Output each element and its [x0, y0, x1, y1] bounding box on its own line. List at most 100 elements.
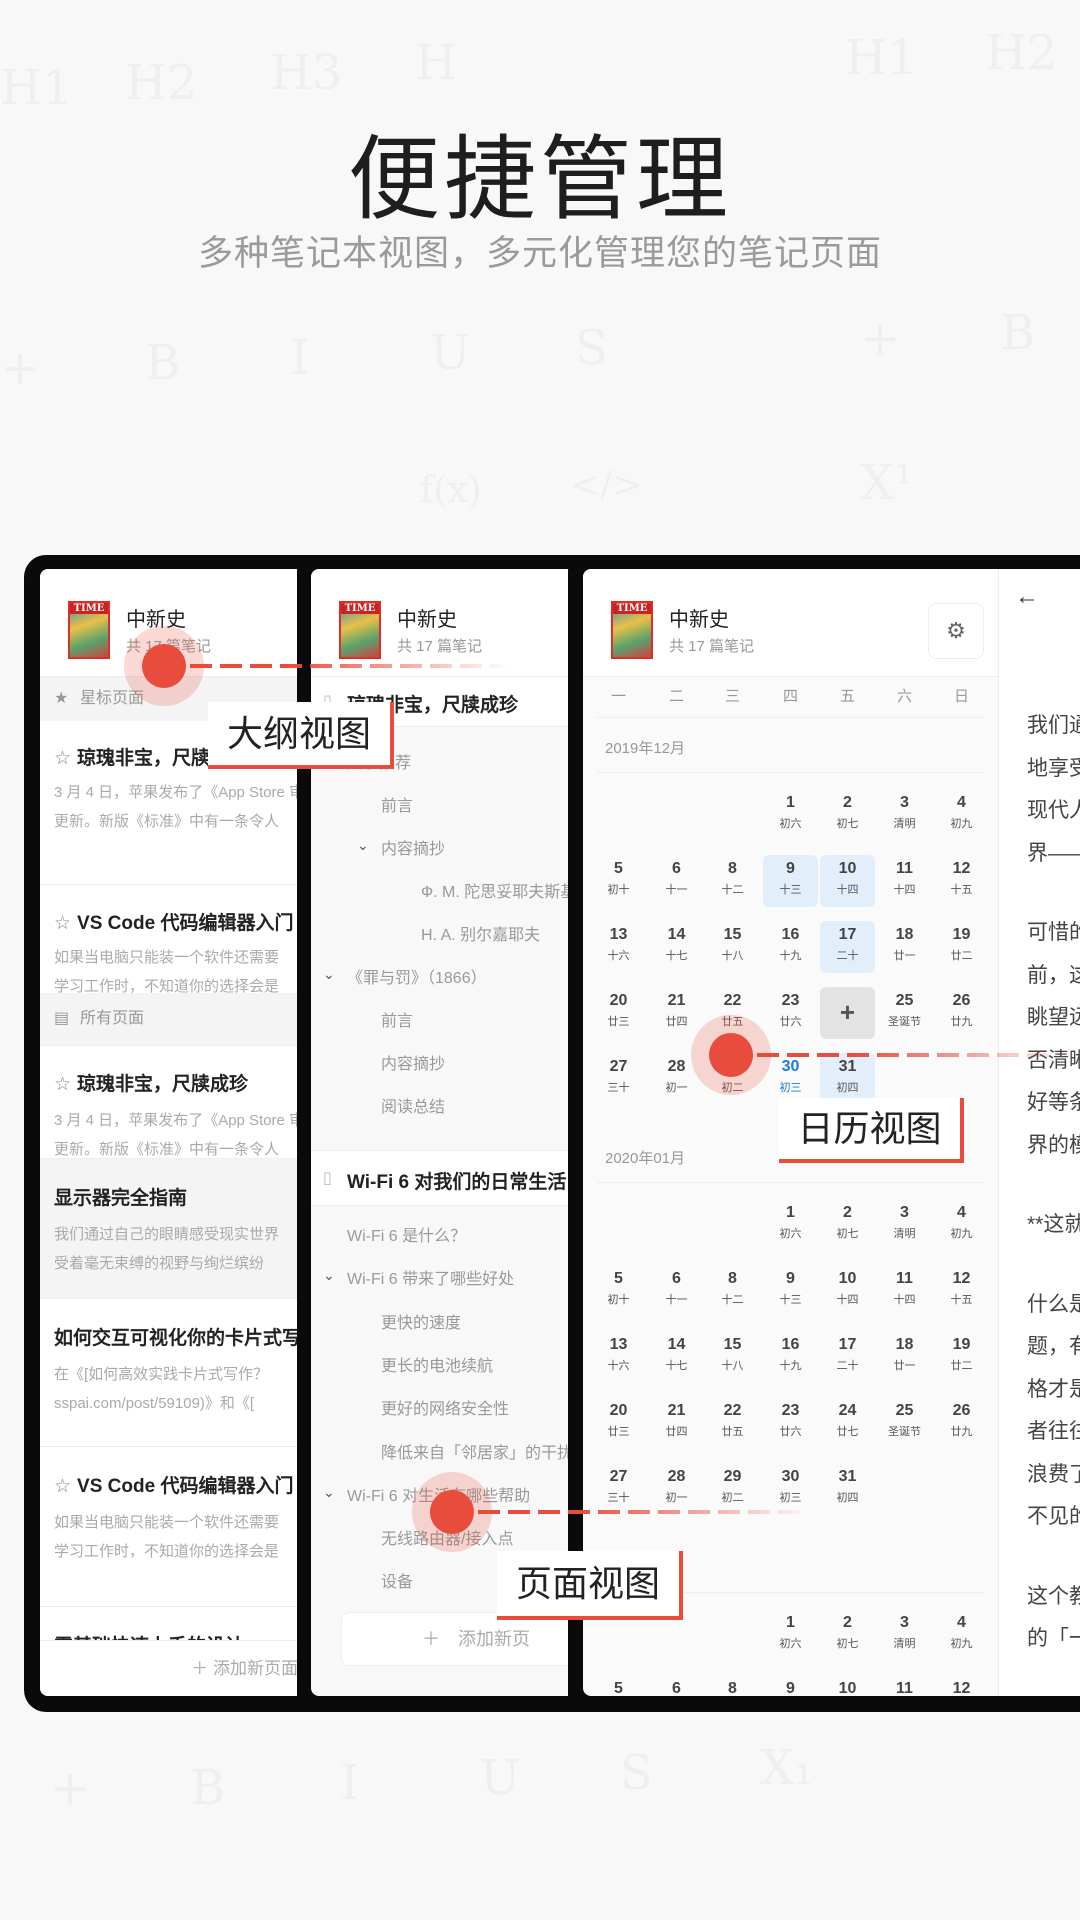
notebook-cover[interactable]: TIME: [68, 601, 110, 659]
calendar-day[interactable]: 10 十四: [820, 1265, 875, 1317]
calendar-day[interactable]: 22 廿五: [705, 1397, 760, 1449]
calendar-day[interactable]: 4 初九: [934, 1199, 989, 1251]
calendar-day[interactable]: 4 初九: [934, 789, 989, 841]
outline-item[interactable]: 前言: [381, 1007, 413, 1031]
star-outline-icon[interactable]: ☆: [54, 748, 71, 769]
calendar-day[interactable]: 2 初七: [820, 1609, 875, 1661]
star-outline-icon[interactable]: ☆: [54, 1074, 71, 1095]
calendar-day[interactable]: 3 清明: [877, 789, 932, 841]
calendar-day[interactable]: 14 十七: [649, 1331, 704, 1383]
calendar-day[interactable]: 12: [934, 1675, 989, 1696]
calendar-day[interactable]: 6 十一: [649, 855, 704, 907]
add-page-button[interactable]: ＋ 添加新页面: [40, 1640, 310, 1696]
calendar-day[interactable]: 12 十五: [934, 1265, 989, 1317]
notebook-cover[interactable]: TIME: [339, 601, 381, 659]
star-outline-icon[interactable]: ☆: [54, 1476, 71, 1497]
calendar-day[interactable]: 12 十五: [934, 855, 989, 907]
calendar-day[interactable]: 21 廿四: [649, 987, 704, 1039]
calendar-day[interactable]: 11 十四: [877, 855, 932, 907]
calendar-day[interactable]: 24 廿七: [820, 1397, 875, 1449]
calendar-day[interactable]: 15 十八: [705, 921, 760, 973]
calendar-day[interactable]: 11 十四: [877, 1265, 932, 1317]
add-page-button[interactable]: ＋ 添加新页: [341, 1612, 583, 1666]
calendar-day[interactable]: 19 廿二: [934, 921, 989, 973]
calendar-day[interactable]: 5 初十: [591, 1265, 646, 1317]
calendar-day[interactable]: 5: [591, 1675, 646, 1696]
calendar-day[interactable]: 9 十三: [763, 1265, 818, 1317]
outline-item[interactable]: 降低来自「邻居家」的干扰: [381, 1439, 573, 1463]
list-item[interactable]: ☆ VS Code 代码编辑器入门 如果当电脑只能装一个软件还需要 学习工作时，不知道…: [40, 1447, 310, 1607]
calendar-day[interactable]: 19 廿二: [934, 1331, 989, 1383]
calendar-day[interactable]: 6 十一: [649, 1265, 704, 1317]
outline-item[interactable]: 《罪与罚》（1866）: [347, 964, 487, 988]
chevron-down-icon[interactable]: ⌄: [323, 966, 335, 983]
outline-item[interactable]: 阅读总结: [381, 1093, 445, 1117]
outline-item[interactable]: Ф. M. 陀思妥耶夫斯基: [421, 878, 576, 902]
calendar-day[interactable]: 11: [877, 1675, 932, 1696]
calendar-day[interactable]: 3 清明: [877, 1609, 932, 1661]
calendar-day[interactable]: 3 清明: [877, 1199, 932, 1251]
calendar-day[interactable]: 8 十二: [705, 855, 760, 907]
calendar-day[interactable]: 27 三十: [591, 1463, 646, 1515]
calendar-day[interactable]: 21 廿四: [649, 1397, 704, 1449]
calendar-day[interactable]: 28 初一: [649, 1463, 704, 1515]
calendar-day[interactable]: 23 廿六: [763, 987, 818, 1039]
calendar-day[interactable]: 31 初四: [820, 1463, 875, 1515]
calendar-day[interactable]: 10: [820, 1675, 875, 1696]
chevron-down-icon[interactable]: ⌄: [323, 1484, 335, 1501]
outline-item[interactable]: 更好的网络安全性: [381, 1395, 509, 1419]
outline-item[interactable]: 前言: [381, 792, 413, 816]
calendar-day[interactable]: 4 初九: [934, 1609, 989, 1661]
calendar-day[interactable]: 16 十九: [763, 921, 818, 973]
calendar-day[interactable]: 26 廿九: [934, 1397, 989, 1449]
calendar-day[interactable]: 5 初十: [591, 855, 646, 907]
outline-item[interactable]: 更长的电池续航: [381, 1352, 493, 1376]
add-event-button[interactable]: +: [820, 987, 875, 1039]
calendar-day[interactable]: 16 十九: [763, 1331, 818, 1383]
calendar-day[interactable]: 13 十六: [591, 1331, 646, 1383]
chevron-down-icon[interactable]: ⌄: [323, 1267, 335, 1284]
outline-page-row[interactable]: ▯ Wi-Fi 6 对我们的日常生活: [311, 1150, 583, 1206]
calendar-day[interactable]: 18 廿一: [877, 921, 932, 973]
calendar-day[interactable]: 29 初二: [705, 1463, 760, 1515]
calendar-day[interactable]: 14 十七: [649, 921, 704, 973]
calendar-day[interactable]: 1 初六: [763, 789, 818, 841]
calendar-day[interactable]: 26 廿九: [934, 987, 989, 1039]
list-item[interactable]: 如何交互可视化你的卡片式写作 在《[如何高效实践卡片式写作？ sspai.com/p…: [40, 1299, 310, 1447]
calendar-day[interactable]: 15 十八: [705, 1331, 760, 1383]
calendar-day[interactable]: 17 二十: [820, 1331, 875, 1383]
calendar-day[interactable]: 27 三十: [591, 1053, 646, 1105]
chevron-down-icon[interactable]: ⌄: [357, 837, 369, 854]
calendar-day[interactable]: 18 廿一: [877, 1331, 932, 1383]
calendar-day[interactable]: 9 十三: [763, 855, 818, 907]
calendar-day[interactable]: 2 初七: [820, 789, 875, 841]
calendar-day[interactable]: 1 初六: [763, 1609, 818, 1661]
outline-item[interactable]: 设备: [381, 1568, 413, 1592]
calendar-day[interactable]: 2 初七: [820, 1199, 875, 1251]
calendar-day[interactable]: 8 十二: [705, 1265, 760, 1317]
calendar-day[interactable]: 20 廿三: [591, 987, 646, 1039]
outline-item[interactable]: Wi-Fi 6 带来了哪些好处: [347, 1265, 514, 1289]
calendar-day[interactable]: 13 十六: [591, 921, 646, 973]
notebook-cover[interactable]: TIME: [611, 601, 653, 659]
calendar-day[interactable]: 10 十四: [820, 855, 875, 907]
calendar-day[interactable]: 17 二十: [820, 921, 875, 973]
calendar-day[interactable]: 8: [705, 1675, 760, 1696]
outline-item[interactable]: 更快的速度: [381, 1309, 461, 1333]
list-item[interactable]: 显示器完全指南 我们通过自己的眼睛感受现实世界 受着毫无束缚的视野与绚烂缤纷: [40, 1159, 310, 1299]
outline-item[interactable]: Wi-Fi 6 是什么？: [347, 1222, 466, 1246]
settings-button[interactable]: ⚙: [928, 603, 984, 659]
calendar-day[interactable]: 25 圣诞节: [877, 1397, 932, 1449]
star-outline-icon[interactable]: ☆: [54, 913, 71, 934]
list-item[interactable]: ☆琼瑰非宝，尺牍成珍3 月 4 日，苹果发布了《App Store 审核指南》更…: [40, 1045, 310, 1159]
calendar-day[interactable]: 1 初六: [763, 1199, 818, 1251]
back-arrow-icon[interactable]: ←: [1015, 583, 1039, 611]
outline-item[interactable]: H. A. 别尔嘉耶夫: [421, 921, 540, 945]
calendar-day[interactable]: 20 廿三: [591, 1397, 646, 1449]
outline-item[interactable]: 内容摘抄: [381, 835, 445, 859]
calendar-day[interactable]: 6: [649, 1675, 704, 1696]
calendar-day[interactable]: 23 廿六: [763, 1397, 818, 1449]
outline-item[interactable]: 内容摘抄: [381, 1050, 445, 1074]
calendar-day[interactable]: 25 圣诞节: [877, 987, 932, 1039]
calendar-day[interactable]: 9: [763, 1675, 818, 1696]
